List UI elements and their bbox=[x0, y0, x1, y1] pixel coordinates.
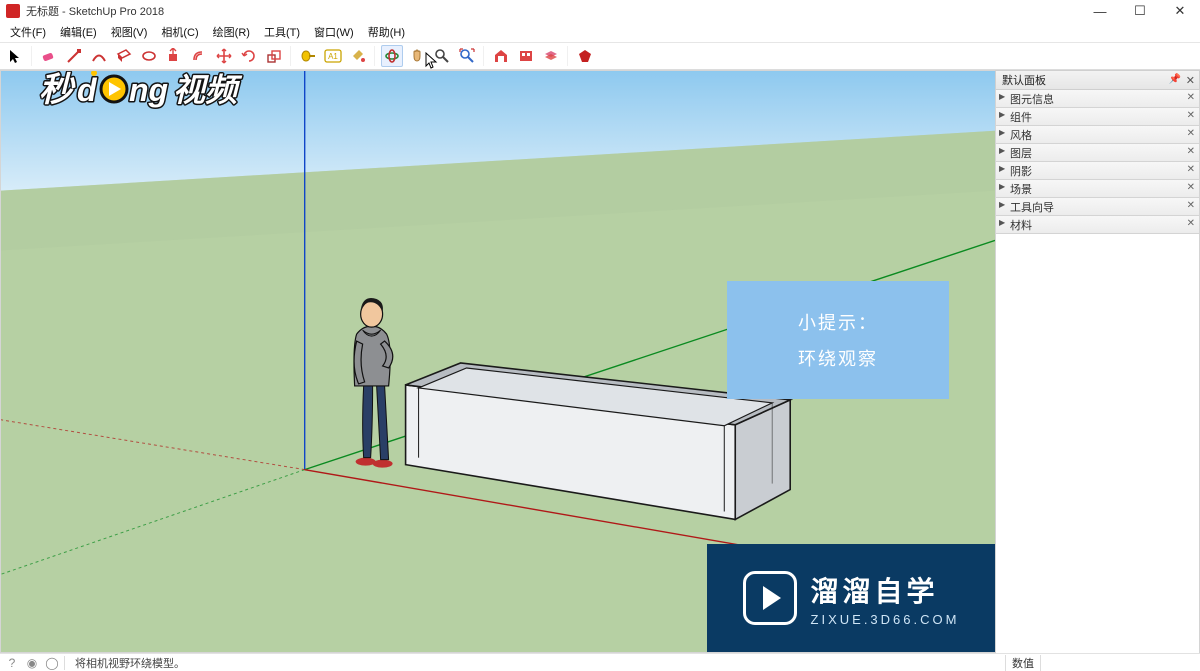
panel-materials[interactable]: 材料✕ bbox=[995, 216, 1200, 234]
menu-help[interactable]: 帮助(H) bbox=[362, 22, 411, 42]
orbit-tool[interactable] bbox=[381, 45, 403, 67]
panel-layers[interactable]: 图层✕ bbox=[995, 144, 1200, 162]
panel-close-icon[interactable]: ✕ bbox=[1187, 128, 1195, 139]
brand-banner: 溜溜自学 ZIXUE.3D66.COM bbox=[707, 544, 995, 652]
brand-title: 溜溜自学 bbox=[811, 570, 960, 610]
menu-file[interactable]: 文件(F) bbox=[4, 22, 52, 42]
status-hint-text: 将相机视野环绕模型。 bbox=[75, 655, 185, 671]
zoom-tool[interactable] bbox=[431, 45, 453, 67]
rectangle-tool[interactable] bbox=[113, 45, 135, 67]
panel-close-icon[interactable]: ✕ bbox=[1187, 218, 1195, 229]
play-icon bbox=[743, 571, 797, 625]
viewport-3d[interactable]: 秒 d ng 视频 小提示： 环绕观察 溜溜自学 ZIXUE.3D66.COM bbox=[0, 70, 995, 653]
menu-window[interactable]: 窗口(W) bbox=[308, 22, 360, 42]
arc-tool[interactable] bbox=[88, 45, 110, 67]
pan-tool[interactable] bbox=[406, 45, 428, 67]
menu-tools[interactable]: 工具(T) bbox=[258, 22, 306, 42]
extension-warehouse-tool[interactable] bbox=[515, 45, 537, 67]
hint-title: 小提示： bbox=[798, 309, 878, 335]
close-button[interactable]: ✕ bbox=[1160, 0, 1200, 22]
credits-icon[interactable]: ◯ bbox=[44, 655, 60, 671]
rotate-tool[interactable] bbox=[238, 45, 260, 67]
scale-tool[interactable] bbox=[263, 45, 285, 67]
svg-text:A1: A1 bbox=[328, 52, 338, 61]
workspace: 秒 d ng 视频 小提示： 环绕观察 溜溜自学 ZIXUE.3D66.COM bbox=[0, 70, 1200, 653]
watermark-logo: 秒 d ng 视频 bbox=[39, 70, 244, 115]
menu-camera[interactable]: 相机(C) bbox=[155, 22, 204, 42]
window-title: 无标题 - SketchUp Pro 2018 bbox=[26, 3, 164, 19]
panel-close-icon[interactable]: ✕ bbox=[1187, 92, 1195, 103]
tray-empty-area bbox=[995, 234, 1200, 653]
title-bar: 无标题 - SketchUp Pro 2018 — ☐ ✕ bbox=[0, 0, 1200, 22]
line-tool[interactable] bbox=[63, 45, 85, 67]
menu-bar: 文件(F) 编辑(E) 视图(V) 相机(C) 绘图(R) 工具(T) 窗口(W… bbox=[0, 22, 1200, 42]
hint-panel: 小提示： 环绕观察 bbox=[727, 281, 949, 399]
ruby-tool[interactable] bbox=[574, 45, 596, 67]
panel-close-icon[interactable]: ✕ bbox=[1187, 164, 1195, 175]
panel-components[interactable]: 组件✕ bbox=[995, 108, 1200, 126]
measurement-input[interactable] bbox=[1040, 655, 1200, 671]
panel-instructor[interactable]: 工具向导✕ bbox=[995, 198, 1200, 216]
tray-close-icon[interactable]: ✕ bbox=[1186, 74, 1195, 87]
panel-shadows[interactable]: 阴影✕ bbox=[995, 162, 1200, 180]
panel-close-icon[interactable]: ✕ bbox=[1187, 110, 1195, 121]
status-bar: ? ◉ ◯ 将相机视野环绕模型。 数值 bbox=[0, 653, 1200, 671]
maximize-button[interactable]: ☐ bbox=[1120, 0, 1160, 22]
panel-entity-info[interactable]: 图元信息✕ bbox=[995, 90, 1200, 108]
svg-text:视频: 视频 bbox=[173, 72, 243, 108]
window-controls: — ☐ ✕ bbox=[1080, 0, 1200, 22]
hint-body: 环绕观察 bbox=[798, 345, 878, 371]
pin-icon[interactable]: 📌 bbox=[1169, 74, 1181, 85]
tray-header[interactable]: 默认面板 📌 ✕ bbox=[995, 70, 1200, 90]
pushpull-tool[interactable] bbox=[163, 45, 185, 67]
layers-tool[interactable] bbox=[540, 45, 562, 67]
measurement-label: 数值 bbox=[1005, 655, 1040, 671]
tape-measure-tool[interactable] bbox=[297, 45, 319, 67]
panel-styles[interactable]: 风格✕ bbox=[995, 126, 1200, 144]
svg-text:d: d bbox=[77, 72, 98, 108]
move-tool[interactable] bbox=[213, 45, 235, 67]
paint-bucket-tool[interactable] bbox=[347, 45, 369, 67]
svg-text:ng: ng bbox=[129, 72, 168, 108]
main-toolbar: A1 bbox=[0, 42, 1200, 70]
eraser-tool[interactable] bbox=[38, 45, 60, 67]
default-tray: 默认面板 📌 ✕ 图元信息✕ 组件✕ 风格✕ 图层✕ 阴影✕ 场景✕ 工具向导✕… bbox=[995, 70, 1200, 653]
geolocation-icon[interactable]: ◉ bbox=[24, 655, 40, 671]
warehouse-tool[interactable] bbox=[490, 45, 512, 67]
tray-title: 默认面板 bbox=[1002, 72, 1046, 88]
panel-close-icon[interactable]: ✕ bbox=[1187, 182, 1195, 193]
circle-tool[interactable] bbox=[138, 45, 160, 67]
menu-view[interactable]: 视图(V) bbox=[105, 22, 154, 42]
panel-scenes[interactable]: 场景✕ bbox=[995, 180, 1200, 198]
help-icon[interactable]: ? bbox=[4, 655, 20, 671]
panel-close-icon[interactable]: ✕ bbox=[1187, 200, 1195, 211]
app-icon bbox=[6, 4, 20, 18]
panel-close-icon[interactable]: ✕ bbox=[1187, 146, 1195, 157]
menu-draw[interactable]: 绘图(R) bbox=[207, 22, 256, 42]
zoom-extents-tool[interactable] bbox=[456, 45, 478, 67]
select-tool[interactable] bbox=[4, 45, 26, 67]
offset-tool[interactable] bbox=[188, 45, 210, 67]
minimize-button[interactable]: — bbox=[1080, 0, 1120, 22]
menu-edit[interactable]: 编辑(E) bbox=[54, 22, 103, 42]
brand-sub: ZIXUE.3D66.COM bbox=[811, 612, 960, 627]
text-tool[interactable]: A1 bbox=[322, 45, 344, 67]
svg-text:秒: 秒 bbox=[39, 71, 76, 109]
